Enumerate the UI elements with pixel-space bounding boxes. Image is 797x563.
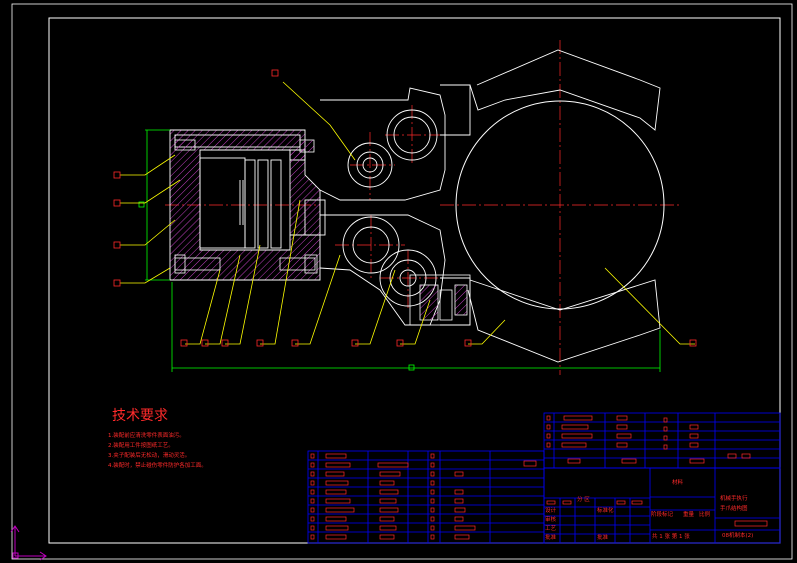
drawing-number: 08机制本(2) xyxy=(722,533,754,539)
divider-label: 分 区 xyxy=(577,497,590,503)
outer-border xyxy=(11,3,793,560)
parts-list-lower-cells xyxy=(310,453,537,540)
tech-requirement-line: 4.装配时，禁止碰伤零件防护各加工面。 xyxy=(108,463,207,469)
cad-drawing-canvas xyxy=(10,3,793,561)
ucs-icon xyxy=(10,525,47,561)
scale-label: 比例 xyxy=(699,512,711,518)
weight-label: 重量 xyxy=(683,512,695,518)
process-label: 工艺 xyxy=(545,526,557,532)
lower-bracket xyxy=(409,274,471,326)
check-label: 审核 xyxy=(545,517,557,523)
cylinder-section xyxy=(169,129,326,281)
gripper-jaws xyxy=(440,49,661,363)
parts-list-upper-cells xyxy=(546,415,751,464)
drawing-name-line2: 手爪结构图 xyxy=(720,506,748,512)
material-label: 材料 xyxy=(672,480,684,486)
parts-list-upper xyxy=(543,412,781,469)
parts-list-lower xyxy=(307,450,545,544)
approve-label: 批准 xyxy=(597,535,609,541)
sheets-label: 共 1 张 第 1 张 xyxy=(652,534,690,540)
drawing-name-line1: 机械手执行 xyxy=(720,496,748,502)
leader-lines xyxy=(120,81,695,345)
tech-requirement-line: 1.装配前应清洗零件表面油污。 xyxy=(108,433,185,439)
approve-label: 批准 xyxy=(545,535,557,541)
tech-requirement-line: 2.装配用工件按图纸工艺。 xyxy=(108,443,174,449)
stage-label: 阶段标记 xyxy=(651,512,674,518)
tech-requirement-line: 3.夹子配装后无松动，滑动灵活。 xyxy=(108,453,191,459)
standard-label: 标准化 xyxy=(597,508,614,514)
tech-requirements-title: 技术要求 xyxy=(112,408,168,424)
rollers xyxy=(342,109,438,307)
sign-label: 设计 xyxy=(545,508,557,514)
